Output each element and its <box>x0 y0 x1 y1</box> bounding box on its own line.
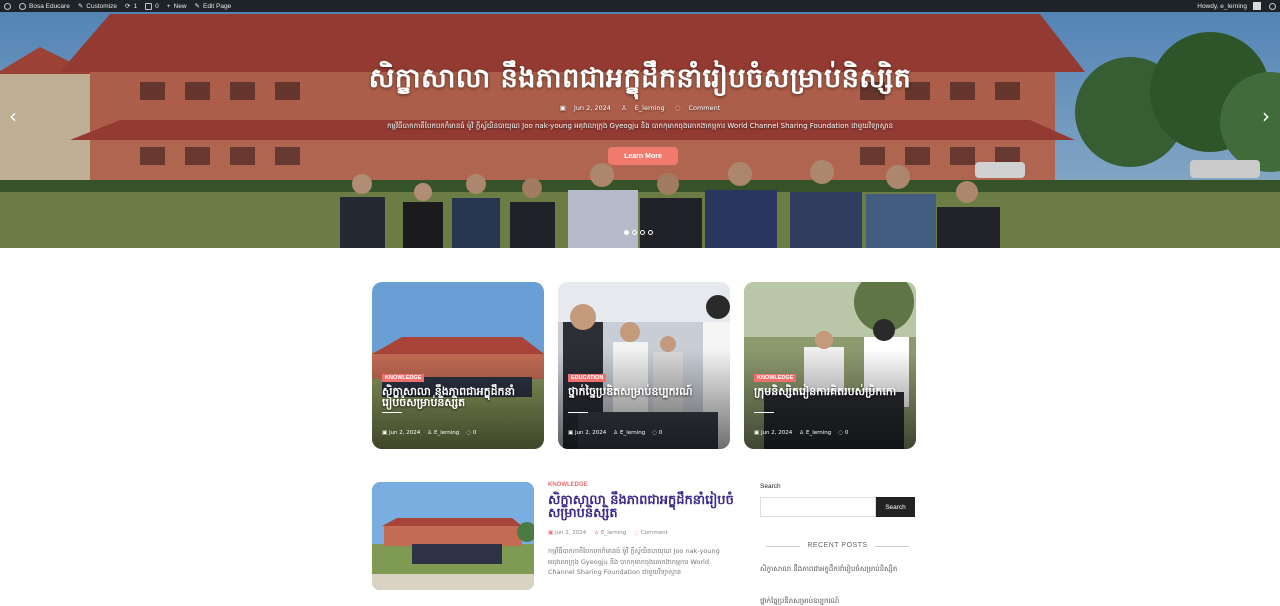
post-title[interactable]: សិក្ខាសាលា នឹងភាពជាអក្ខុដឹកនាំរៀបចំសម្រា… <box>548 494 738 520</box>
user-icon: ♙ <box>799 430 806 436</box>
search-label: Search <box>760 483 781 490</box>
comment-icon <box>145 2 153 10</box>
category-badge[interactable]: KNOWLEDGE <box>382 374 425 382</box>
user-icon: ♙ <box>613 430 620 436</box>
admin-bar-updates[interactable]: ⟳ 1 <box>121 0 141 12</box>
divider <box>568 412 588 413</box>
calendar-icon: ▣ <box>382 430 389 436</box>
refresh-icon: ⟳ <box>125 3 131 10</box>
slider-dot[interactable] <box>640 230 645 235</box>
slider-dot[interactable] <box>648 230 653 235</box>
user-icon: ♙ <box>594 530 601 536</box>
featured-card[interactable]: KNOWLEDGE សិក្ខាសាលា នឹងភាពជាអក្ខុដឹកនាំ… <box>372 282 544 449</box>
hero-excerpt: កម្មវិធីបាកកាតីបែកបកក៏មានធំ ម៉ូវិ ក្លីស្… <box>386 122 894 130</box>
recent-post-link[interactable]: សិក្ខាសាលា នឹងភាពជាអក្ខុដឹកនាំរៀបចំសម្រា… <box>760 564 910 574</box>
card-title[interactable]: ក្រុមនិស្សិតរៀនការគិតរបស់ប្រិកកោ <box>754 386 909 397</box>
category-badge[interactable]: EDUCATION <box>568 374 607 382</box>
hero-slider: សិក្ខាសាលា នឹងភាពជាអក្ខុដឹកនាំរៀបចំសម្រា… <box>0 12 1280 248</box>
search-icon <box>1269 2 1276 10</box>
hero-date: Jun 2, 2024 <box>573 104 611 112</box>
calendar-icon: ▣ <box>568 430 575 436</box>
next-slide-arrow-icon[interactable]: › <box>1262 106 1270 126</box>
slider-dots <box>624 230 653 235</box>
card-meta: ▣ Jun 2, 2024 ♙ E_lerning ◌ 0 <box>754 430 849 436</box>
plus-icon: + <box>166 2 171 10</box>
admin-bar-account[interactable]: Howdy, e_lerning <box>1193 0 1265 12</box>
search-input[interactable] <box>760 497 876 517</box>
user-icon: ♙ <box>427 430 434 436</box>
slider-dot[interactable] <box>632 230 637 235</box>
hero-meta: ▣ Jun 2, 2024 ♙ E_lerning ◌ Comment <box>0 104 1280 112</box>
recent-posts-heading: RECENT POSTS <box>760 542 915 549</box>
admin-bar-customize[interactable]: ✎ Customize <box>74 0 121 12</box>
card-title[interactable]: ថ្នាក់ច្នៃប្រឌិតសម្រាប់ឧប្បករណ៍ <box>568 386 723 397</box>
admin-bar-comments[interactable]: 0 <box>141 0 163 12</box>
brush-icon: ✎ <box>77 3 84 10</box>
user-icon: ♙ <box>620 104 627 112</box>
post-category[interactable]: KNOWLEDGE <box>548 482 588 488</box>
admin-bar: Bosa Educare ✎ Customize ⟳ 1 0 + New ✎ Edit … <box>0 0 1280 12</box>
avatar <box>1253 2 1261 10</box>
learn-more-button[interactable]: Learn More <box>608 147 678 165</box>
card-meta: ▣ Jun 2, 2024 ♙ E_lerning ◌ 0 <box>382 430 477 436</box>
hero-author[interactable]: E_lerning <box>635 104 665 112</box>
calendar-icon: ▣ <box>548 530 555 536</box>
category-badge[interactable]: KNOWLEDGE <box>754 374 797 382</box>
calendar-icon: ▣ <box>559 104 566 112</box>
post-thumbnail[interactable] <box>372 482 534 590</box>
calendar-icon: ▣ <box>754 430 761 436</box>
post-excerpt: កម្មវិធីបាកកាតីបែកបកក៏មានធំ ម៉ូវិ ក្លីស្… <box>548 547 720 576</box>
divider <box>382 412 402 413</box>
admin-bar-new[interactable]: + New <box>163 0 191 12</box>
recent-post-link[interactable]: ថ្នាក់ច្នៃប្រឌិតសម្រាប់ឧប្បករណ៍ <box>760 596 910 606</box>
admin-bar-site-link[interactable]: Bosa Educare <box>15 0 74 12</box>
hero-comments[interactable]: Comment <box>688 104 720 112</box>
featured-card[interactable]: KNOWLEDGE ក្រុមនិស្សិតរៀនការគិតរបស់ប្រិក… <box>744 282 916 449</box>
post-meta: ▣ Jun 2, 2024 ♙ E_lerning ◌ Comment <box>548 530 668 536</box>
prev-slide-arrow-icon[interactable]: ‹ <box>9 106 17 126</box>
card-title[interactable]: សិក្ខាសាលា នឹងភាពជាអក្ខុដឹកនាំរៀបចំសម្រា… <box>382 386 537 408</box>
wordpress-logo-icon[interactable] <box>0 0 15 12</box>
hero-title[interactable]: សិក្ខាសាលា នឹងភាពជាអក្ខុដឹកនាំរៀបចំសម្រា… <box>0 62 1280 101</box>
slider-dot[interactable] <box>624 230 629 235</box>
admin-bar-edit-page[interactable]: ✎ Edit Page <box>191 0 236 12</box>
search-button[interactable]: Search <box>876 497 915 517</box>
admin-bar-search[interactable] <box>1265 0 1280 12</box>
featured-card[interactable]: EDUCATION ថ្នាក់ច្នៃប្រឌិតសម្រាប់ឧប្បករណ… <box>558 282 730 449</box>
home-icon <box>19 2 26 10</box>
comment-icon: ◌ <box>674 104 681 112</box>
divider <box>754 412 774 413</box>
card-meta: ▣ Jun 2, 2024 ♙ E_lerning ◌ 0 <box>568 430 663 436</box>
pencil-icon: ✎ <box>194 3 200 10</box>
